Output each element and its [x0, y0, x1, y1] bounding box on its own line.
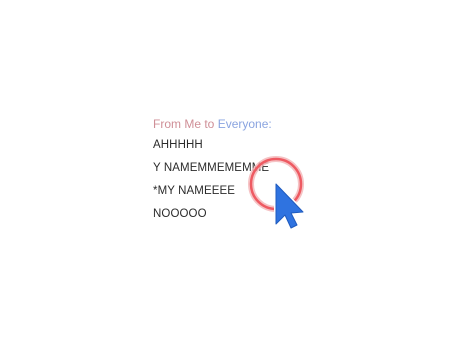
- sender-label: From Me: [153, 117, 201, 131]
- chat-message: AHHHHH: [153, 139, 203, 151]
- chat-message: NOOOOO: [153, 208, 207, 220]
- to-label: to: [204, 117, 215, 131]
- mouse-cursor: [244, 152, 314, 232]
- chat-panel: From Me to Everyone: AHHHHH Y NAMEMMEMEM…: [0, 0, 453, 340]
- message-item-clipped: AHHHHH: [150, 139, 270, 151]
- chat-message: *MY NAMEEEE: [153, 185, 236, 197]
- recipient-everyone[interactable]: Everyone:: [218, 117, 272, 131]
- message-header: From Me to Everyone:: [153, 117, 272, 131]
- click-ring-icon: [248, 156, 305, 230]
